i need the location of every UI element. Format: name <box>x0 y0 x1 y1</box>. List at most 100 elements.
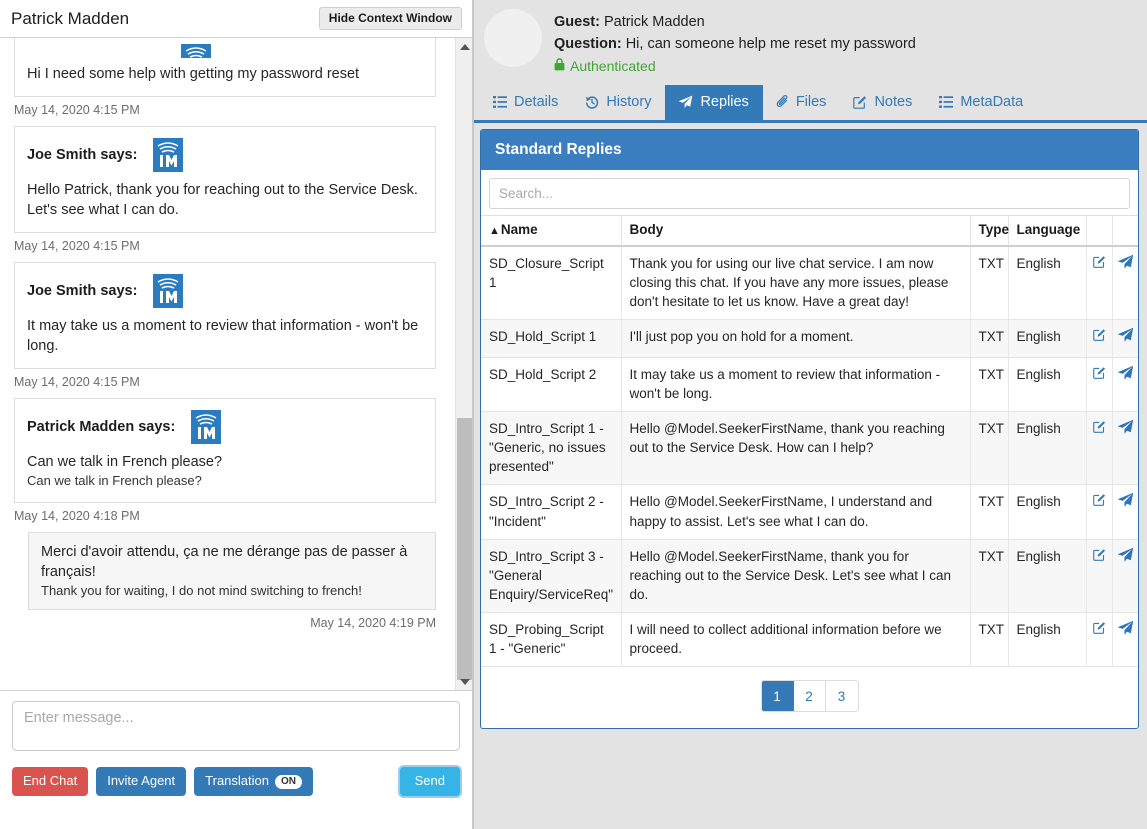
cell-body: Hello @Model.SeekerFirstName, thank you … <box>621 411 971 486</box>
chat-message-translation: Can we talk in French please? <box>27 473 202 488</box>
tab-metadata[interactable]: MetaData <box>926 85 1037 120</box>
message-input[interactable] <box>12 701 460 751</box>
send-reply-icon[interactable] <box>1117 547 1134 563</box>
list-icon <box>939 95 954 108</box>
auth-status: Authenticated <box>554 56 916 77</box>
history-icon <box>585 95 599 109</box>
invite-agent-button[interactable]: Invite Agent <box>96 767 187 796</box>
guest-name: Patrick Madden <box>603 14 705 30</box>
edit-reply-icon[interactable] <box>1092 420 1106 433</box>
chat-bubble-outgoing: Merci d'avoir attendu, ça ne me dérange … <box>28 531 436 611</box>
cell-type: TXT <box>970 484 1009 540</box>
im-logo-icon <box>149 136 187 174</box>
chat-message: Patrick Madden says: Can we talk in Fren… <box>0 398 450 503</box>
cell-name: SD_Closure_Script 1 <box>481 245 622 321</box>
tab-history[interactable]: History <box>572 85 665 120</box>
tab-label: Files <box>795 93 827 110</box>
chat-title: Patrick Madden <box>11 8 130 28</box>
column-header-edit <box>1086 214 1113 247</box>
chat-bubble-header: Joe Smith says: <box>27 136 423 174</box>
tab-replies[interactable]: Replies <box>665 84 763 120</box>
edit-reply-icon[interactable] <box>1092 548 1106 561</box>
guest-label: Guest: <box>554 14 600 30</box>
chat-scrollbar[interactable] <box>455 38 472 690</box>
send-button[interactable]: Send <box>399 767 460 796</box>
table-header: ▲Name Body Type Language <box>481 214 1138 247</box>
chat-panel: Patrick Madden Hide Context Window Hi I … <box>0 0 474 829</box>
chat-bubble: Patrick Madden says: Can we talk in Fren… <box>14 398 436 503</box>
cell-language: English <box>1008 357 1087 412</box>
scrollbar-thumb[interactable] <box>457 418 472 680</box>
chat-bubble-header: Joe Smith says: <box>27 272 423 310</box>
chat-message-scroll-area[interactable]: Hi I need some help with getting my pass… <box>0 38 472 690</box>
tab-details[interactable]: Details <box>480 85 572 120</box>
edit-reply-icon[interactable] <box>1092 366 1106 379</box>
chat-message-timestamp: May 14, 2020 4:15 PM <box>14 103 140 117</box>
send-reply-icon[interactable] <box>1117 419 1134 435</box>
chat-message-timestamp: May 14, 2020 4:19 PM <box>310 616 436 631</box>
cell-type: TXT <box>970 411 1009 486</box>
table-header-row: ▲Name Body Type Language <box>481 214 1138 247</box>
end-chat-button[interactable]: End Chat <box>12 767 89 796</box>
chat-message-timestamp: May 14, 2020 4:15 PM <box>14 375 140 389</box>
column-header-name[interactable]: ▲Name <box>481 214 622 247</box>
edit-reply-icon[interactable] <box>1092 493 1106 507</box>
scroll-up-icon[interactable] <box>456 38 472 55</box>
scroll-down-icon[interactable] <box>456 673 472 690</box>
chat-composer: End Chat Invite Agent Translation ON Send <box>0 690 472 829</box>
cell-type: TXT <box>970 245 1009 321</box>
app-root: Patrick Madden Hide Context Window Hi I … <box>0 0 1147 829</box>
column-label: Name <box>500 221 538 237</box>
page-button-2[interactable]: 2 <box>793 681 826 712</box>
standard-replies-panel: Standard Replies ▲Name Body Type Languag… <box>480 128 1139 730</box>
hide-context-window-button[interactable]: Hide Context Window <box>318 6 462 31</box>
im-logo-icon <box>149 272 187 310</box>
cell-language: English <box>1008 245 1087 321</box>
cell-body: I will need to collect additional inform… <box>621 612 971 668</box>
cell-body: Hello @Model.SeekerFirstName, I understa… <box>621 484 971 540</box>
search-input[interactable] <box>489 177 1130 209</box>
tab-files[interactable]: Files <box>763 85 841 120</box>
table-row[interactable]: SD_Hold_Script 1 I'll just pop you on hol… <box>481 319 1138 358</box>
send-reply-icon[interactable] <box>1117 620 1134 636</box>
chat-message-list: Hi I need some help with getting my pass… <box>0 38 450 643</box>
send-reply-icon[interactable] <box>1117 492 1134 508</box>
edit-reply-icon[interactable] <box>1092 328 1106 342</box>
chat-message: Hi I need some help with getting my pass… <box>0 38 450 97</box>
send-reply-icon[interactable] <box>1117 327 1134 343</box>
page-button-1[interactable]: 1 <box>761 681 794 712</box>
chat-message-text: Can we talk in French please? <box>27 454 223 470</box>
chat-message-text: Hi I need some help with getting my pass… <box>27 66 360 82</box>
table-row[interactable]: SD_Closure_Script 1 Thank you for using o… <box>481 245 1138 321</box>
chat-message-text: Hello Patrick, thank you for reaching ou… <box>27 182 418 218</box>
translation-state-badge: ON <box>274 775 302 789</box>
column-header-type[interactable]: Type <box>970 214 1009 247</box>
cell-name: SD_Intro_Script 1 - "Generic, no issues … <box>481 411 622 486</box>
edit-reply-icon[interactable] <box>1092 255 1106 268</box>
page-button-3[interactable]: 3 <box>825 681 858 712</box>
cell-name: SD_Intro_Script 3 - "General Enquiry/Ser… <box>481 539 622 614</box>
chat-bubble: Joe Smith says: It may take us a moment … <box>14 262 436 369</box>
column-header-language[interactable]: Language <box>1008 214 1087 247</box>
column-header-body[interactable]: Body <box>621 214 971 247</box>
avatar <box>484 9 542 67</box>
panel-title: Standard Replies <box>481 129 1138 170</box>
table-row[interactable]: SD_Intro_Script 1 - "Generic, no issues … <box>481 411 1138 486</box>
translation-toggle-button[interactable]: Translation ON <box>194 767 313 796</box>
send-reply-icon[interactable] <box>1117 254 1134 270</box>
paperclip-icon <box>776 94 789 109</box>
tab-notes[interactable]: Notes <box>840 85 926 120</box>
tab-label: Replies <box>700 93 749 110</box>
translation-label: Translation <box>205 773 269 788</box>
chat-bubble: Hi I need some help with getting my pass… <box>14 38 436 97</box>
cell-language: English <box>1008 484 1087 540</box>
im-logo-icon <box>187 408 225 446</box>
table-row[interactable]: SD_Intro_Script 2 - "Incident" Hello @Mod… <box>481 484 1138 540</box>
send-reply-icon[interactable] <box>1117 365 1134 381</box>
guest-header: Guest: Patrick Madden Question: Hi, can … <box>474 0 1147 77</box>
chat-message-text: It may take us a moment to review that i… <box>27 318 419 354</box>
edit-reply-icon[interactable] <box>1092 621 1106 634</box>
table-row[interactable]: SD_Probing_Script 1 - "Generic" I will ne… <box>481 612 1138 668</box>
table-row[interactable]: SD_Hold_Script 2 It may take us a moment … <box>481 357 1138 412</box>
table-row[interactable]: SD_Intro_Script 3 - "General Enquiry/Ser… <box>481 539 1138 614</box>
